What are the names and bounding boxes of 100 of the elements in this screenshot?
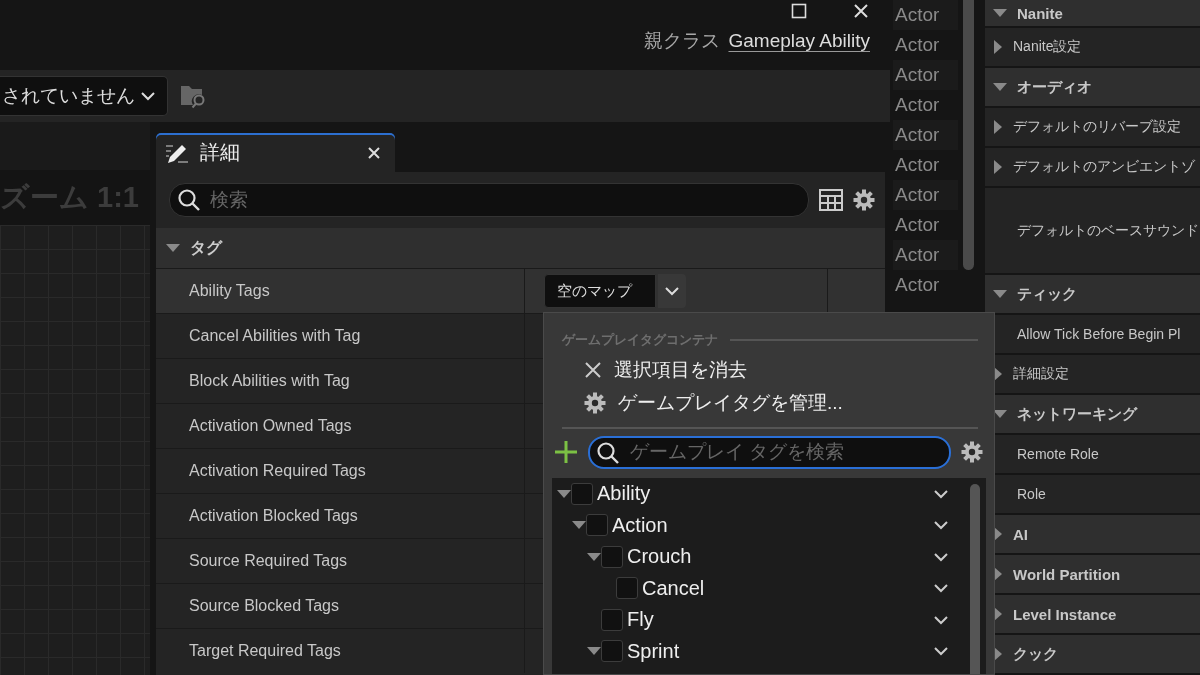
scrollbar-thumb[interactable] — [970, 484, 980, 674]
category-title: ネットワーキング — [1017, 404, 1137, 424]
category-header[interactable]: ティック — [985, 275, 1200, 313]
property-label: Activation Required Tags — [189, 462, 366, 480]
property-label: Allow Tick Before Begin Pl — [1017, 326, 1181, 342]
expanded-arrow-icon[interactable] — [993, 82, 1007, 92]
tree-row[interactable]: Sprint — [552, 635, 966, 667]
scrollbar-thumb[interactable] — [963, 0, 974, 270]
menu-item[interactable]: 選択項目を消去 — [552, 353, 753, 386]
checkbox[interactable] — [616, 577, 638, 600]
property-label: Source Blocked Tags — [189, 597, 339, 615]
chevron-down-icon — [934, 646, 948, 657]
property-label: Ability Tags — [189, 282, 270, 300]
close-button[interactable] — [852, 2, 870, 20]
collapsed-arrow-icon[interactable] — [993, 120, 1003, 134]
expanded-arrow-icon[interactable] — [556, 488, 571, 499]
list-item[interactable]: Actor — [893, 0, 958, 30]
tag-label: Action — [612, 513, 669, 537]
menu-item[interactable]: ゲームプレイタグを管理... — [552, 386, 849, 419]
expanded-arrow-icon[interactable] — [586, 551, 601, 562]
category-title: Level Instance — [1013, 605, 1117, 623]
collapsed-arrow-icon[interactable] — [993, 160, 1003, 174]
category-header[interactable]: タグ — [156, 228, 885, 268]
property-label: デフォルトのリバーブ設定 — [1013, 118, 1181, 136]
parent-class-label: 親クラス — [644, 29, 721, 53]
chevron-down-icon — [934, 488, 948, 499]
tree-row[interactable]: Cancel — [552, 572, 966, 604]
settings-icon[interactable] — [584, 391, 606, 414]
settings-icon[interactable] — [853, 189, 875, 211]
property-group-row[interactable]: デフォルトのリバーブ設定 — [985, 108, 1200, 146]
property-group-row[interactable]: デフォルトのアンビエントゾ — [985, 148, 1200, 186]
category-header[interactable]: オーディオ — [985, 68, 1200, 106]
list-item[interactable]: Actor — [893, 30, 958, 60]
category-title: AI — [1013, 525, 1028, 543]
property-group-row[interactable]: Nanite設定 — [985, 28, 1200, 66]
property-label: Source Required Tags — [189, 552, 348, 570]
category-title: クック — [1013, 644, 1058, 664]
property-label: Block Abilities with Tag — [189, 372, 350, 390]
chevron-down-icon — [934, 583, 948, 594]
list-item[interactable]: Actor — [893, 120, 958, 150]
checkbox[interactable] — [601, 640, 623, 663]
chevron-down-icon — [934, 614, 948, 625]
checkbox[interactable] — [586, 514, 608, 537]
category-title: タグ — [190, 237, 222, 258]
tree-row[interactable]: Fly — [552, 604, 966, 636]
expanded-arrow-icon[interactable] — [571, 520, 586, 531]
parent-class-link[interactable]: Gameplay Ability — [728, 30, 870, 52]
combo-arrow-button[interactable] — [658, 274, 686, 308]
tree-row[interactable]: Action — [552, 509, 966, 541]
expanded-arrow-icon[interactable] — [993, 8, 1007, 18]
category-header[interactable]: Nanite — [985, 0, 1200, 26]
tree-row[interactable]: Crouch — [552, 541, 966, 573]
expanded-arrow-icon[interactable] — [586, 646, 601, 657]
property-label: Activation Owned Tags — [189, 417, 352, 435]
property-label: 詳細設定 — [1013, 365, 1069, 383]
tag-label: Cancel — [642, 576, 706, 600]
search-icon — [177, 188, 201, 212]
property-label: Cancel Abilities with Tag — [189, 327, 361, 345]
list-item[interactable]: Actor — [893, 240, 958, 270]
chevron-down-icon — [665, 286, 679, 296]
list-item[interactable]: Actor — [893, 150, 958, 180]
collapsed-arrow-icon[interactable] — [993, 40, 1003, 54]
property-label: デフォルトのアンビエントゾ — [1013, 158, 1195, 176]
property-label: Role — [1017, 486, 1046, 502]
tag-search-field[interactable]: ゲームプレイ タグを検索 — [588, 435, 951, 469]
list-item[interactable]: Actor — [893, 270, 958, 300]
add-icon[interactable] — [554, 440, 578, 464]
chevron-down-icon — [934, 520, 948, 531]
search-icon — [596, 440, 620, 465]
details-tab[interactable]: 詳細 — [156, 133, 395, 172]
list-item[interactable]: Actor — [893, 90, 958, 120]
expanded-arrow-icon[interactable] — [166, 243, 180, 253]
close-icon[interactable] — [367, 145, 381, 160]
category-title: World Partition — [1013, 565, 1121, 583]
maximize-button[interactable] — [790, 2, 808, 20]
filter-dropdown[interactable]: されていません — [0, 76, 168, 116]
tab-title: 詳細 — [200, 140, 241, 165]
checkbox[interactable] — [571, 482, 593, 505]
expanded-arrow-icon[interactable] — [993, 289, 1007, 299]
property-label: Activation Blocked Tags — [189, 507, 358, 525]
expanded-arrow-icon[interactable] — [993, 409, 1007, 419]
tag-label: Ability — [597, 482, 652, 506]
category-title: ティック — [1017, 284, 1077, 304]
tree-row[interactable]: Ability — [552, 478, 966, 510]
list-item[interactable]: Actor — [893, 180, 958, 210]
tag-label: Fly — [627, 608, 655, 632]
property-label: Target Required Tags — [189, 642, 341, 660]
checkbox[interactable] — [601, 545, 623, 568]
table-icon[interactable] — [819, 189, 843, 211]
list-item[interactable]: Actor — [893, 60, 958, 90]
clear-icon[interactable] — [584, 360, 602, 379]
value-button[interactable]: 空のマップ — [544, 274, 656, 308]
settings-icon[interactable] — [961, 441, 983, 463]
tag-label: Sprint — [627, 639, 681, 663]
property-label: デフォルトのベースサウンド — [1017, 221, 1199, 240]
property-label: Nanite設定 — [1013, 38, 1082, 56]
search-field[interactable]: 検索 — [169, 183, 809, 217]
checkbox[interactable] — [601, 608, 623, 631]
list-item[interactable]: Actor — [893, 210, 958, 240]
chevron-down-icon — [934, 551, 948, 562]
